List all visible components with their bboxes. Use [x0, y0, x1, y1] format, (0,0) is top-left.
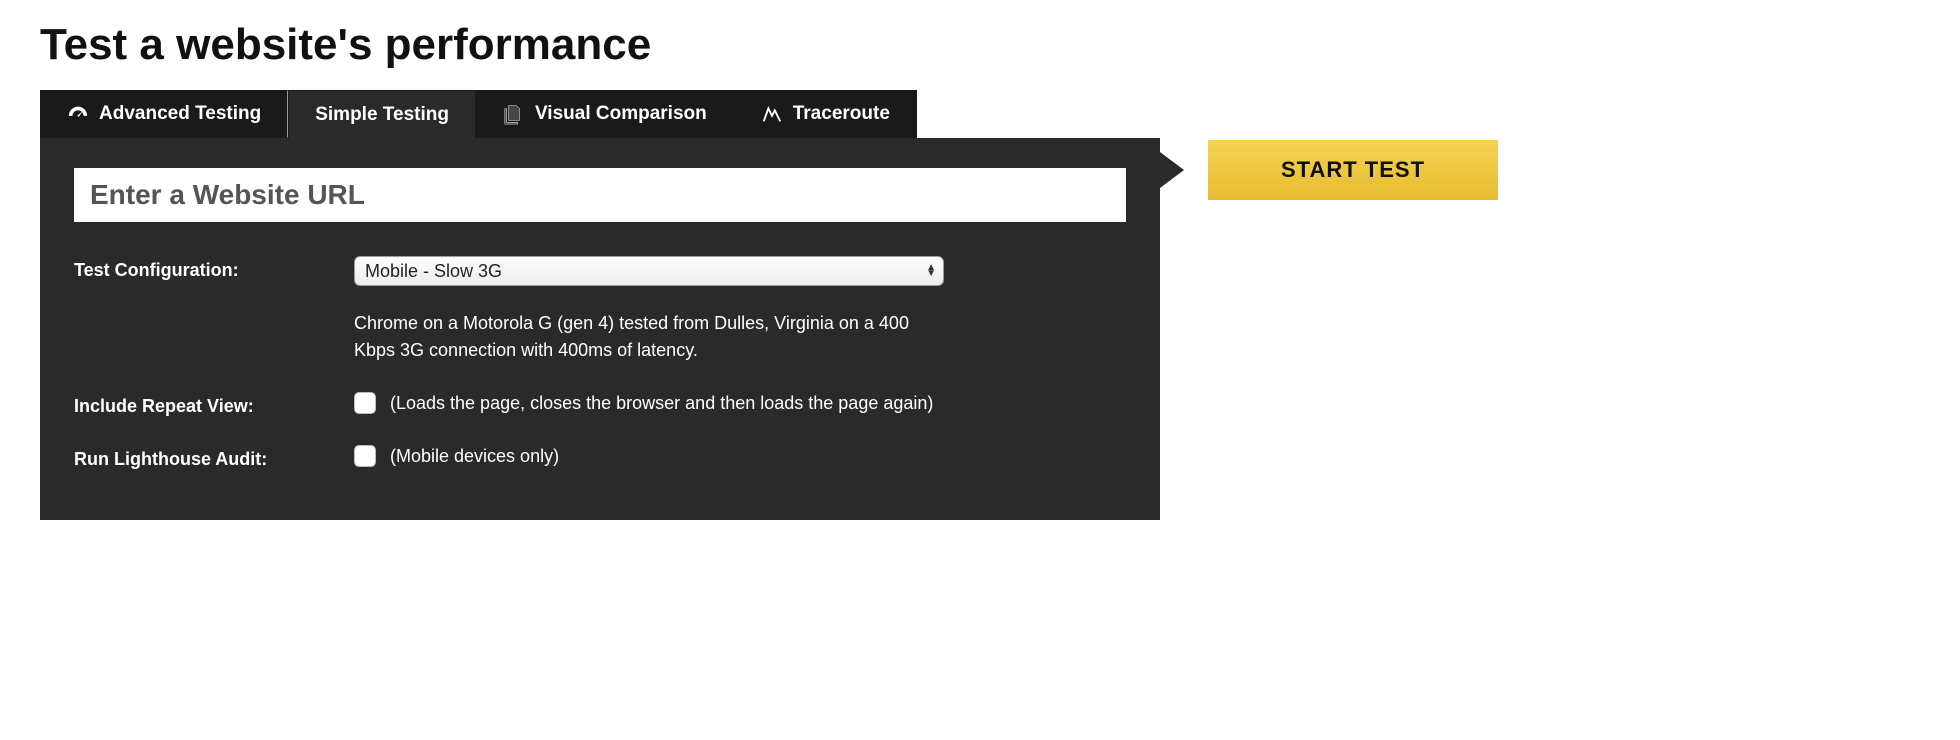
simple-testing-panel: Test Configuration: Mobile - Slow 3G ▲▼ … [40, 138, 1160, 520]
left-column: Advanced Testing Simple Testing Visual C… [40, 90, 1160, 520]
lighthouse-label: Run Lighthouse Audit: [74, 445, 344, 470]
tab-traceroute[interactable]: Traceroute [734, 90, 917, 138]
tab-label: Visual Comparison [535, 103, 707, 125]
tabs-bar: Advanced Testing Simple Testing Visual C… [40, 90, 1160, 138]
tab-label: Advanced Testing [99, 103, 261, 125]
repeat-view-row: (Loads the page, closes the browser and … [354, 392, 1126, 414]
config-select-wrap: Mobile - Slow 3G ▲▼ [354, 256, 944, 286]
repeat-view-label: Include Repeat View: [74, 392, 344, 417]
lighthouse-checkbox[interactable] [354, 445, 376, 467]
page-title: Test a website's performance [40, 20, 1920, 70]
url-input[interactable] [74, 168, 1126, 222]
gauge-icon [67, 103, 89, 125]
main-row: Advanced Testing Simple Testing Visual C… [40, 90, 1920, 520]
test-configuration-select[interactable]: Mobile - Slow 3G [354, 256, 944, 286]
arrow-connector-icon [1160, 152, 1184, 188]
tab-advanced-testing[interactable]: Advanced Testing [40, 90, 288, 138]
pages-icon [503, 103, 525, 125]
config-grid: Test Configuration: Mobile - Slow 3G ▲▼ … [74, 256, 1126, 470]
test-configuration-cell: Mobile - Slow 3G ▲▼ Chrome on a Motorola… [354, 256, 1126, 364]
tab-label: Traceroute [793, 103, 890, 125]
test-configuration-description: Chrome on a Motorola G (gen 4) tested fr… [354, 310, 944, 364]
route-icon [761, 103, 783, 125]
lighthouse-row: (Mobile devices only) [354, 445, 1126, 467]
tab-visual-comparison[interactable]: Visual Comparison [476, 90, 734, 138]
repeat-view-checkbox[interactable] [354, 392, 376, 414]
lighthouse-note: (Mobile devices only) [390, 446, 559, 467]
test-configuration-label: Test Configuration: [74, 256, 344, 281]
tab-simple-testing[interactable]: Simple Testing [288, 90, 476, 138]
tab-label: Simple Testing [315, 104, 449, 126]
repeat-view-note: (Loads the page, closes the browser and … [390, 393, 933, 414]
start-test-button[interactable]: START TEST [1208, 140, 1498, 200]
